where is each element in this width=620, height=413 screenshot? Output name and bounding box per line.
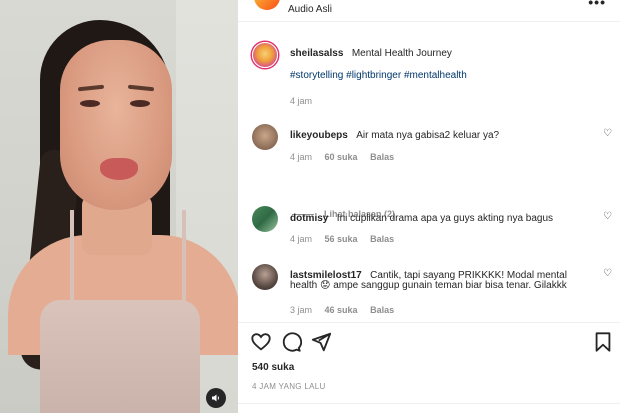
sound-toggle-button[interactable] — [206, 388, 226, 408]
comment-meta: 4 jam 56 suka Balas — [290, 234, 404, 244]
video-player[interactable] — [0, 0, 238, 413]
comment-text: Air mata nya gabisa2 keluar ya? — [356, 130, 500, 141]
comment-time: 3 jam — [290, 305, 313, 315]
comment-time: 4 jam — [290, 234, 313, 244]
post-actions: 540 suka 4 JAM YANG LALU — [238, 322, 620, 413]
comment-likes[interactable]: 60 suka — [325, 152, 358, 162]
garment-strap-left — [70, 210, 74, 310]
reply-button[interactable]: Balas — [370, 305, 394, 315]
audio-label[interactable]: Audio Asli — [288, 4, 332, 15]
caption-line: sheilasalss Mental Health Journey — [290, 43, 452, 61]
speaker-icon — [212, 394, 219, 402]
comment-meta: 4 jam 60 suka Balas — [290, 152, 404, 162]
comment-text: Ini cuplikan drama apa ya guys akting ny… — [336, 213, 554, 224]
person-lips — [100, 158, 138, 180]
post-panel: Audio Asli ••• sheilasalss Mental Health… — [238, 0, 620, 413]
like-comment-icon[interactable]: ♡ — [603, 128, 612, 139]
comment-line: dotmisy Ini cuplikan drama apa ya guys a… — [290, 208, 553, 226]
post-timestamp: 4 JAM YANG LALU — [252, 382, 326, 391]
share-icon[interactable] — [310, 331, 332, 353]
bookmark-icon[interactable] — [592, 331, 614, 353]
comment-meta: 3 jam 46 suka Balas — [290, 305, 404, 315]
caption-hashtags[interactable]: #storytelling #lightbringer #mentalhealt… — [290, 70, 467, 81]
person-face — [60, 40, 172, 210]
divider — [238, 403, 620, 404]
more-options-icon[interactable]: ••• — [588, 0, 606, 10]
like-comment-icon[interactable]: ♡ — [603, 211, 612, 222]
caption-time-text: 4 jam — [290, 96, 313, 106]
comment-line: likeyoubeps Air mata nya gabisa2 keluar … — [290, 125, 499, 143]
author-avatar[interactable] — [252, 42, 278, 68]
author-avatar-small[interactable] — [254, 0, 280, 10]
comment-text-continued: health 😟 ampe sanggup gunain teman biar … — [290, 280, 567, 291]
post-header: Audio Asli ••• — [238, 0, 620, 22]
comment-avatar[interactable] — [252, 264, 278, 290]
caption-time: 4 jam — [290, 96, 322, 106]
comment-username[interactable]: dotmisy — [290, 213, 328, 224]
reply-button[interactable]: Balas — [370, 234, 394, 244]
post-like-count[interactable]: 540 suka — [252, 362, 294, 373]
comment-username[interactable]: likeyoubeps — [290, 130, 348, 141]
heart-icon[interactable] — [250, 331, 272, 353]
reply-button[interactable]: Balas — [370, 152, 394, 162]
comments-list: sheilasalss Mental Health Journey #story… — [238, 30, 620, 320]
comment-avatar[interactable] — [252, 124, 278, 150]
person-eye-left — [80, 100, 100, 107]
comment-avatar[interactable] — [252, 206, 278, 232]
comment-likes[interactable]: 56 suka — [325, 234, 358, 244]
person-garment — [40, 300, 200, 413]
comment-time: 4 jam — [290, 152, 313, 162]
garment-strap-right — [182, 210, 186, 310]
caption-username[interactable]: sheilasalss — [290, 48, 343, 59]
caption-text: Mental Health Journey — [351, 48, 452, 59]
person-eye-right — [130, 100, 150, 107]
comment-likes[interactable]: 46 suka — [325, 305, 358, 315]
like-comment-icon[interactable]: ♡ — [603, 268, 612, 279]
comment-icon[interactable] — [280, 331, 302, 353]
